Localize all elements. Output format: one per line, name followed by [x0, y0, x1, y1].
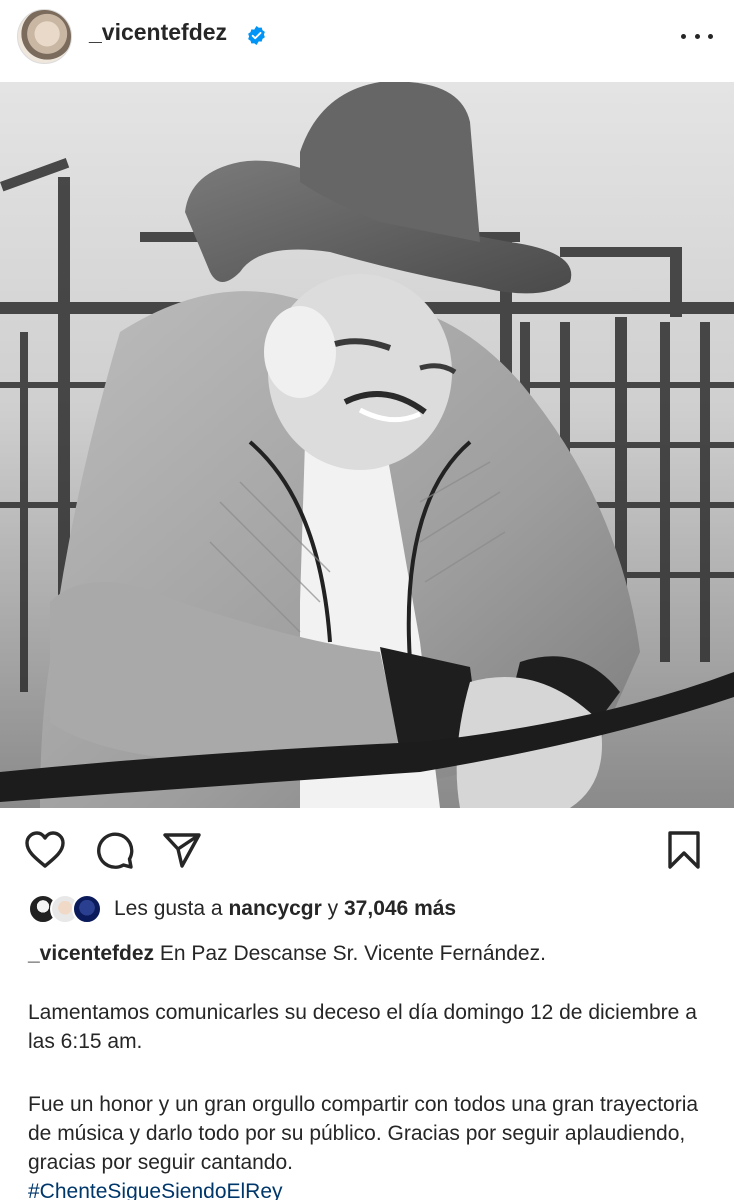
liker-username[interactable]: nancycgr [228, 897, 321, 920]
post-header: _vicentefdez [0, 0, 734, 82]
liker-avatar [72, 894, 102, 924]
caption-line1: _vicentefdez En Paz Descanse Sr. Vicente… [28, 939, 718, 968]
caption-paragraph-2: Lamentamos comunicarles su deceso el día… [28, 998, 718, 1056]
caption-text: Lamentamos comunicarles su deceso el día… [28, 1001, 697, 1053]
heart-icon[interactable] [24, 830, 66, 870]
caption-text: En Paz Descanse Sr. Vicente Fernández. [159, 942, 546, 965]
likes-text: Les gusta a nancycgr y 37,046 más [114, 897, 456, 921]
likes-prefix: Les gusta a [114, 897, 223, 920]
verified-badge-icon [248, 26, 265, 45]
caption-text: Fue un honor y un gran orgullo compartir… [28, 1093, 699, 1174]
comment-icon[interactable] [94, 830, 134, 870]
post-username[interactable]: _vicentefdez [89, 19, 227, 46]
post-photo[interactable] [0, 82, 734, 808]
likes-conj: y [327, 897, 339, 920]
profile-avatar[interactable] [17, 9, 72, 64]
likes-summary[interactable]: Les gusta a nancycgr y 37,046 más [28, 892, 456, 926]
liker-avatars [28, 894, 106, 924]
caption-paragraph-3: Fue un honor y un gran orgullo compartir… [28, 1090, 718, 1200]
caption-username[interactable]: _vicentefdez [28, 942, 154, 965]
share-icon[interactable] [162, 830, 202, 870]
more-options-icon[interactable] [681, 24, 713, 48]
bookmark-icon[interactable] [666, 830, 702, 870]
caption-hashtag[interactable]: #ChenteSigueSiendoElRey [28, 1180, 283, 1200]
likes-count[interactable]: 37,046 más [344, 897, 456, 920]
